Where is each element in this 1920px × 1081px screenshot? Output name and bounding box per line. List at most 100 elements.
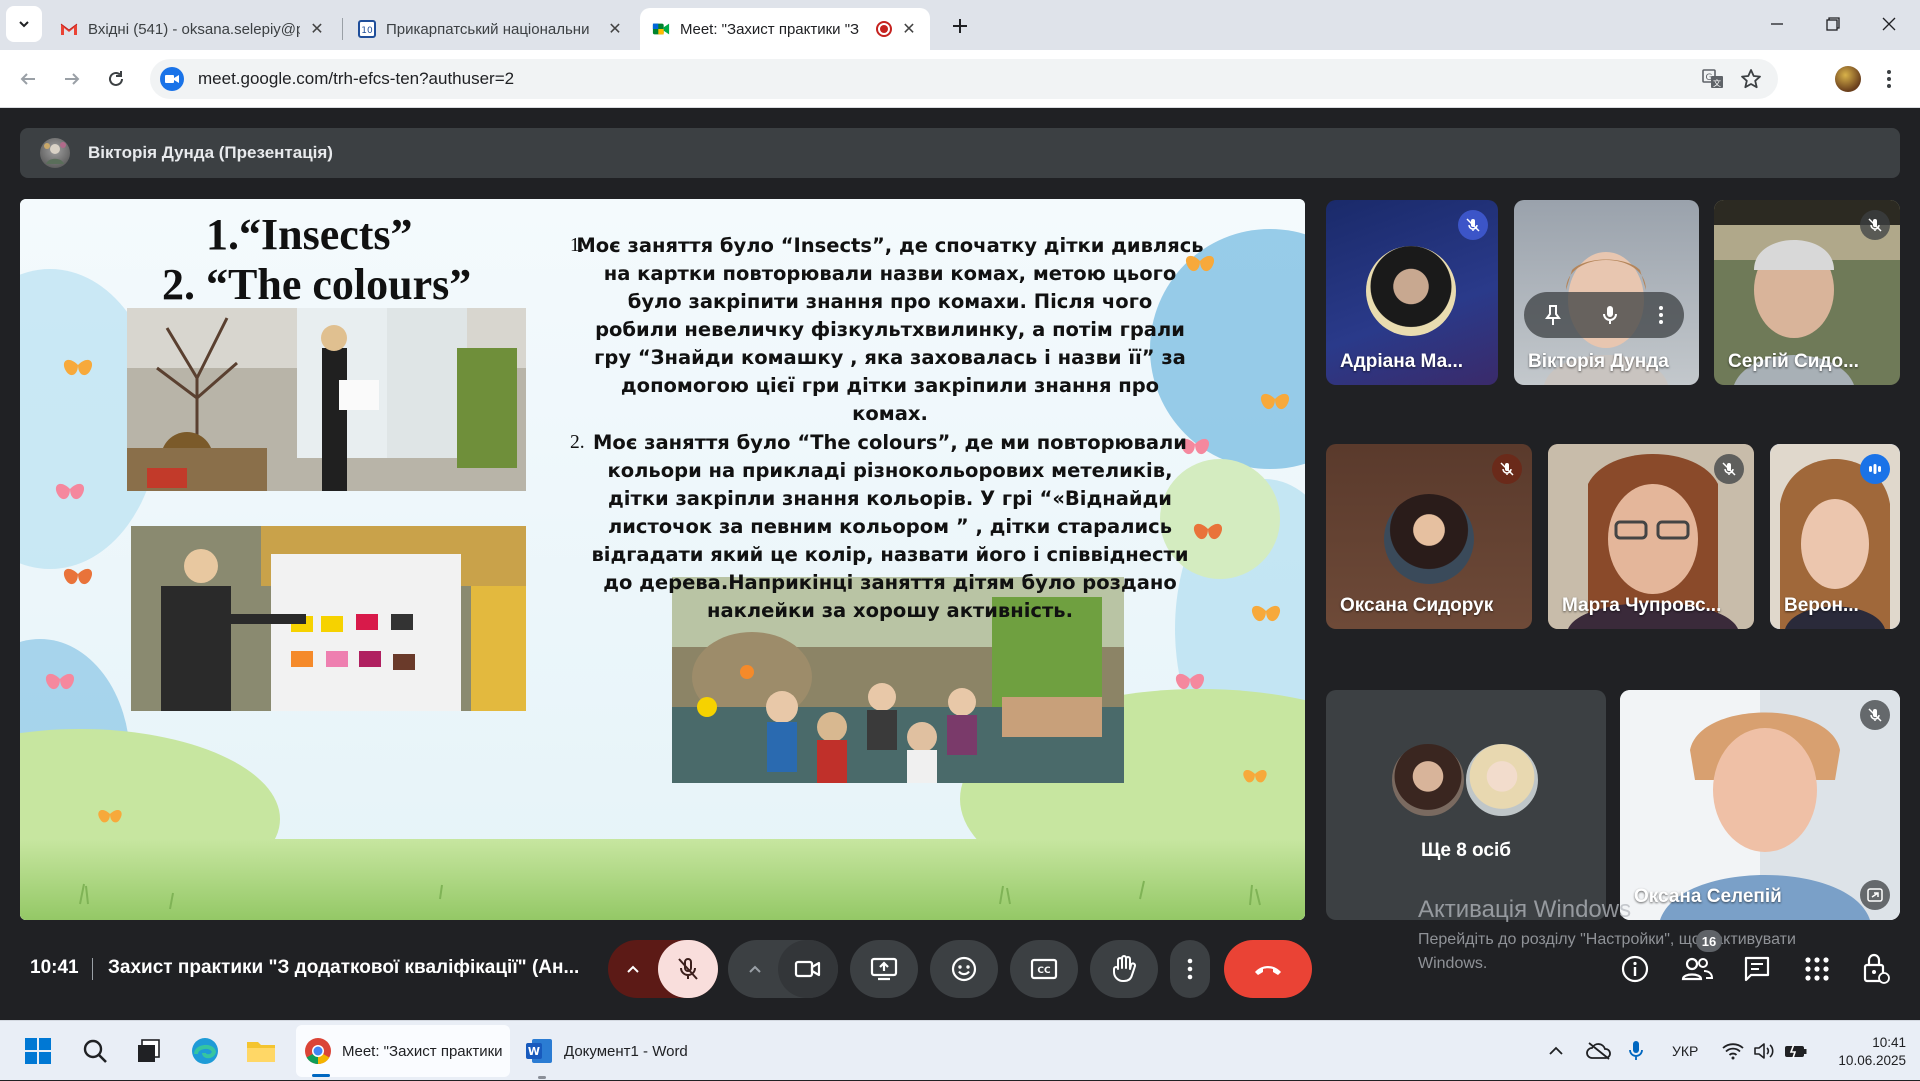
host-controls-button[interactable] [1860,952,1890,984]
profile-avatar[interactable] [1835,66,1861,92]
mic-icon[interactable] [1600,304,1620,326]
tile-hover-controls [1524,292,1684,338]
edge-button[interactable] [190,1021,222,1081]
pin-icon[interactable] [1543,304,1563,326]
apps-grid-icon [1805,957,1829,981]
slide-item-1-number: 1. [570,235,585,256]
participant-tile[interactable]: Марта Чупровс... [1548,444,1754,629]
camera-toggle-button[interactable] [778,940,838,998]
svg-text:CC: CC [1037,966,1051,976]
close-tab-icon[interactable]: ✕ [308,20,326,38]
start-button[interactable] [24,1021,56,1081]
translate-icon[interactable]: G文 [1702,69,1724,89]
search-button[interactable] [82,1021,112,1081]
network-volume-battery[interactable] [1722,1021,1808,1081]
slide-title-line-1: 1.“Insects” [206,210,413,259]
more-participants-tile[interactable]: Ще 8 осіб [1326,690,1606,920]
cloud-offline-icon [1586,1042,1611,1060]
people-button[interactable]: 16 [1680,930,1722,984]
participant-tile[interactable]: Адріана Ма... [1326,200,1498,385]
tab-title: Прикарпатський національни [386,20,590,38]
close-window-button[interactable] [1862,0,1916,48]
mic-in-use-indicator[interactable] [1628,1021,1648,1081]
plus-icon [953,19,967,33]
participant-avatar [1390,742,1466,818]
participant-tile[interactable]: Оксана Сидорук [1326,444,1532,629]
active-app-indicator [312,1074,330,1077]
keyboard-language[interactable]: УКР [1672,1021,1698,1081]
url-text: meet.google.com/trh-efcs-ten?authuser=2 [198,69,515,88]
participant-tile[interactable]: Оксана Селепій [1620,690,1900,920]
site-info-icon[interactable] [160,67,184,91]
chat-button[interactable] [1742,954,1772,984]
onedrive-status[interactable] [1586,1021,1614,1081]
taskbar-chrome-meet[interactable]: Meet: "Захист практики [296,1025,510,1077]
leave-call-button[interactable] [1224,940,1312,998]
captions-icon: CC [1030,958,1058,980]
present-screen-icon [870,957,898,981]
participant-name: Марта Чупровс... [1562,595,1722,616]
taskbar-word[interactable]: W Документ1 - Word [524,1021,704,1081]
volume-icon [1754,1043,1774,1059]
tab-gmail[interactable]: Вхідні (541) - oksana.selepiy@p ✕ [48,8,338,50]
reload-button[interactable] [98,61,134,97]
slide-photo-insects [127,308,526,491]
present-screen-button[interactable] [850,940,918,998]
captions-button[interactable]: CC [1010,940,1078,998]
minimize-button[interactable] [1750,0,1804,48]
bookmark-star-icon[interactable] [1740,68,1762,90]
tab-meet[interactable]: Meet: "Захист практики "З ✕ [640,8,930,50]
participant-name: Вікторія Дунда [1528,351,1669,372]
more-participants-label: Ще 8 осіб [1421,840,1511,861]
show-hidden-icons-button[interactable] [1548,1021,1568,1081]
camera-icon [794,960,821,978]
participant-tile[interactable]: Вікторія Дунда [1514,200,1699,385]
word-icon: W [526,1039,552,1063]
app-running-indicator [538,1076,546,1079]
forward-button[interactable] [54,61,90,97]
participant-name: Сергій Сидо... [1728,351,1859,372]
tab-search-button[interactable] [6,6,42,42]
end-call-icon [1255,966,1281,975]
participant-tile[interactable]: Сергій Сидо... [1714,200,1900,385]
slide-line: було закріпити знання про комахи. Після … [627,290,1153,313]
participant-tile[interactable]: Верон... [1770,444,1900,629]
close-tab-icon[interactable]: ✕ [900,20,918,38]
minimize-icon [1771,23,1783,25]
slide-item-2-number: 2. [570,432,585,453]
slide-line: допомогою цієї гри дітки закріпили знанн… [620,374,1160,397]
chrome-icon [305,1038,331,1065]
more-options-button[interactable] [1170,940,1210,998]
tab-university[interactable]: 10 Прикарпатський національни ✕ [346,8,636,50]
slide-line: відгадати який це колір, назвати його і … [591,543,1189,566]
clock[interactable]: 10:41 10.06.2025 [1820,1021,1906,1081]
mic-off-icon [1860,700,1890,730]
wifi-icon [1722,1043,1744,1060]
new-tab-button[interactable] [946,12,974,40]
mic-off-icon [1492,454,1522,484]
reactions-button[interactable] [930,940,998,998]
chevron-up-icon [1549,1046,1563,1055]
back-button[interactable] [10,61,46,97]
clock-date: 10.06.2025 [1838,1052,1906,1068]
close-tab-icon[interactable]: ✕ [606,20,624,38]
raise-hand-button[interactable] [1090,940,1158,998]
meet-icon [652,20,670,38]
battery-charging-icon [1785,1043,1807,1059]
meeting-time: 10:41 [30,957,79,978]
recording-icon [876,21,892,37]
browser-menu-button[interactable] [1882,68,1896,90]
slide-line: листочок за певним кольором ” , дітки ст… [607,515,1173,538]
chevron-up-icon [627,965,639,973]
microphone-toggle-button[interactable] [658,940,718,998]
activities-button[interactable] [1802,954,1832,984]
more-options-icon[interactable] [1657,304,1665,326]
address-bar[interactable]: meet.google.com/trh-efcs-ten?authuser=2 … [150,59,1778,99]
file-explorer-button[interactable] [246,1021,278,1081]
clock-time: 10:41 [1872,1034,1906,1050]
restore-button[interactable] [1806,0,1860,48]
meeting-details-button[interactable] [1620,954,1650,984]
task-view-button[interactable] [136,1021,166,1081]
lock-person-icon [1863,953,1890,984]
tab-title: Вхідні (541) - oksana.selepiy@p [88,20,300,38]
